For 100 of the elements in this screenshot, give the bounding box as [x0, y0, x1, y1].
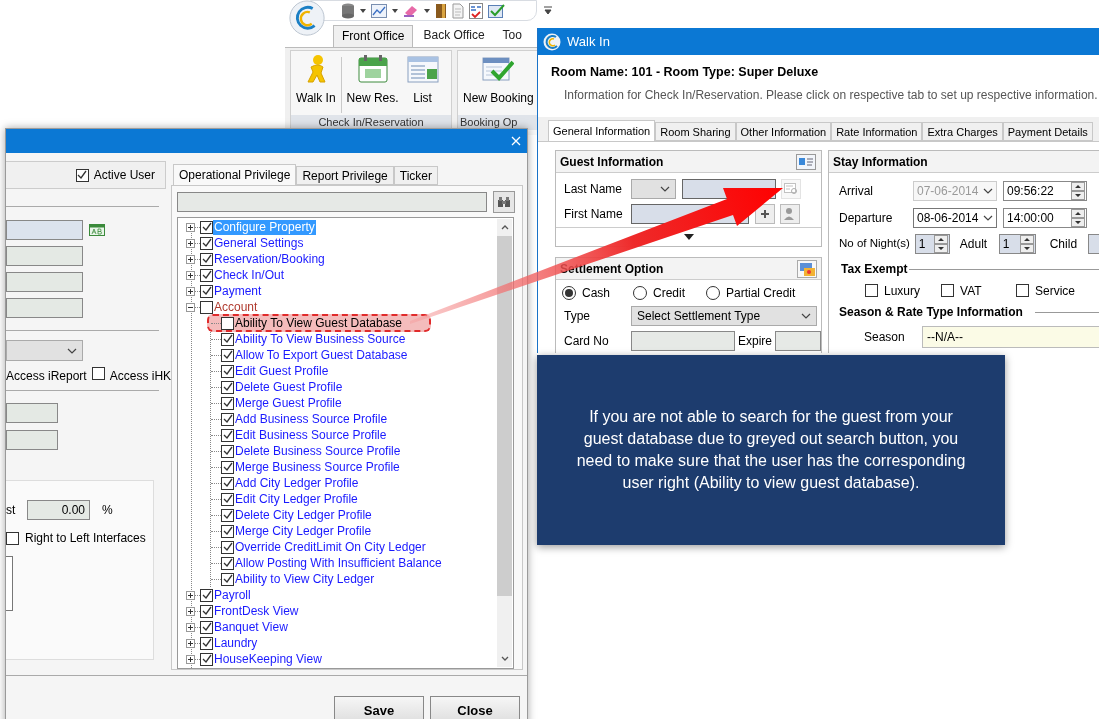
checkbox[interactable]	[221, 476, 234, 490]
tab[interactable]: General Information	[548, 120, 656, 141]
checkbox[interactable]	[200, 300, 213, 314]
tree-item[interactable]: Delete City Ledger Profile	[234, 507, 373, 523]
spin-arrows-icon[interactable]	[1019, 235, 1034, 253]
spin-arrows-icon[interactable]	[1071, 208, 1085, 227]
tree-item[interactable]: Edit City Ledger Profile	[234, 491, 359, 507]
customize-toolbar-icon[interactable]	[544, 6, 552, 14]
tree-item[interactable]: Add City Ledger Profile	[234, 475, 360, 491]
tree-item[interactable]: Banquet View	[213, 619, 289, 635]
ribbon-tab[interactable]: Back Office	[415, 25, 493, 47]
ribbon-button[interactable]: Walk In	[293, 51, 339, 113]
dialog-button[interactable]: Save	[334, 696, 424, 719]
plus-icon[interactable]	[760, 208, 770, 219]
expand-toggle[interactable]	[186, 606, 195, 616]
tab[interactable]: Extra Charges	[922, 122, 1003, 141]
caret-icon[interactable]	[392, 8, 398, 13]
checkbox[interactable]	[200, 268, 213, 282]
spin-field[interactable]: 1	[914, 234, 950, 254]
checkbox[interactable]	[941, 284, 954, 297]
checkbox[interactable]	[200, 652, 213, 666]
spin-arrows-icon[interactable]	[933, 235, 948, 253]
checkbox[interactable]	[221, 364, 234, 378]
checkbox[interactable]	[221, 460, 234, 474]
caret-icon[interactable]	[424, 8, 430, 13]
ribbon-tab[interactable]: Front Office	[333, 25, 414, 47]
tree-item[interactable]: Check In/Out	[213, 267, 286, 283]
checkbox[interactable]	[865, 284, 878, 297]
tab[interactable]: Rate Information	[831, 122, 923, 141]
eraser-icon[interactable]	[403, 3, 419, 18]
season-field[interactable]: --N/A--	[922, 326, 1099, 348]
tab[interactable]: Ticker	[393, 166, 438, 185]
chevron-down-icon[interactable]	[500, 656, 509, 661]
tree-item[interactable]: Ability To View Guest Database	[234, 315, 403, 331]
tree-item[interactable]: Add Business Source Profile	[234, 411, 389, 427]
radio-button[interactable]	[706, 286, 720, 300]
checkbox[interactable]	[221, 412, 234, 426]
checkbox[interactable]	[221, 348, 234, 362]
input-field[interactable]: 0.00	[27, 500, 90, 520]
tree-item[interactable]: Merge Business Source Profile	[234, 459, 401, 475]
expand-toggle[interactable]	[186, 590, 195, 600]
close-icon[interactable]	[511, 136, 521, 146]
credit-card-icon[interactable]	[797, 259, 817, 278]
checkbox[interactable]	[221, 332, 234, 346]
spin-arrows-icon[interactable]	[1071, 181, 1085, 200]
tree-item[interactable]: Delete Guest Profile	[234, 379, 344, 395]
checkbox[interactable]	[221, 380, 234, 394]
tree-item[interactable]: Delete Business Source Profile	[234, 443, 402, 459]
checklist-icon[interactable]	[488, 2, 506, 19]
chevron-up-icon[interactable]	[500, 225, 509, 230]
checkbox[interactable]	[221, 396, 234, 410]
tab[interactable]: Other Information	[735, 122, 832, 141]
ribbon-button[interactable]: New Booking	[460, 51, 537, 113]
id-card-icon[interactable]	[796, 153, 816, 170]
expand-toggle[interactable]	[186, 254, 195, 264]
book-icon[interactable]	[435, 2, 447, 19]
tree-item[interactable]: Merge Guest Profile	[234, 395, 343, 411]
tree-item[interactable]: FrontDesk View	[213, 603, 300, 619]
input-field[interactable]	[631, 330, 735, 351]
input-field[interactable]	[775, 330, 821, 351]
expand-toggle[interactable]	[186, 286, 195, 296]
tree-item[interactable]: Account	[213, 299, 259, 315]
input-field[interactable]	[6, 220, 83, 240]
checkbox[interactable]	[75, 168, 89, 182]
tree-item[interactable]: Allow Posting With Insufficient Balance	[234, 555, 443, 571]
tree-item[interactable]: Merge City Ledger Profile	[234, 523, 373, 539]
checkbox[interactable]	[200, 588, 213, 602]
find-button[interactable]	[493, 191, 515, 213]
radio-button[interactable]	[562, 286, 576, 300]
checkbox[interactable]	[221, 492, 234, 506]
checkbox[interactable]	[221, 508, 234, 522]
input-field[interactable]	[6, 298, 83, 318]
tree-item[interactable]: Laundry	[213, 635, 259, 651]
expand-toggle[interactable]	[186, 638, 195, 648]
app-logo[interactable]	[287, 0, 327, 38]
dialog-button[interactable]: Close	[430, 696, 520, 719]
checkbox[interactable]	[200, 252, 213, 266]
ribbon-tab[interactable]: Too	[494, 25, 530, 47]
expand-toggle[interactable]	[186, 270, 195, 280]
spin-field[interactable]: 14:00:00	[1003, 207, 1087, 228]
tab[interactable]: Report Privilege	[296, 166, 394, 185]
search-field[interactable]	[177, 192, 487, 212]
tree-item[interactable]: General Settings	[213, 235, 305, 251]
text-area[interactable]	[6, 556, 13, 611]
checkbox[interactable]	[200, 620, 213, 634]
checkbox[interactable]	[221, 556, 234, 570]
expand-toggle[interactable]	[186, 238, 195, 248]
checkbox[interactable]	[221, 524, 234, 538]
input-field[interactable]	[6, 403, 58, 423]
checkbox[interactable]	[200, 636, 213, 650]
ribbon-button[interactable]: List	[403, 51, 442, 113]
checkbox[interactable]	[1016, 284, 1029, 297]
checkbox[interactable]	[221, 444, 234, 458]
input-field[interactable]	[6, 430, 58, 450]
checkbox[interactable]	[91, 367, 105, 380]
checkbox[interactable]	[200, 284, 213, 298]
checkbox[interactable]	[6, 531, 19, 545]
tree-item[interactable]: Payment	[213, 283, 263, 299]
radio-button[interactable]	[633, 286, 647, 300]
tab[interactable]: Payment Details	[1002, 122, 1093, 141]
